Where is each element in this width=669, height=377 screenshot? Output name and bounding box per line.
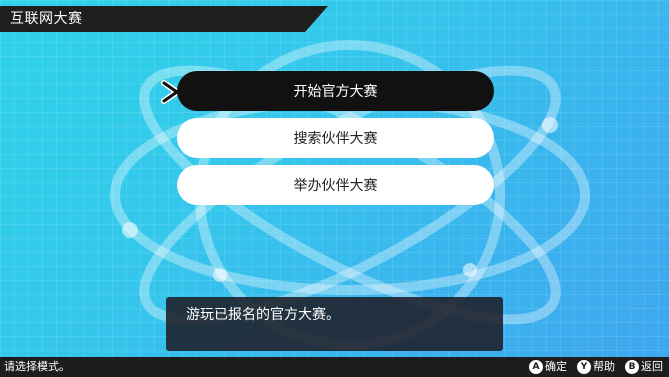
message-text: 游玩已报名的官方大赛。 xyxy=(186,307,340,323)
confirm-label: 确定 xyxy=(545,360,567,373)
title-bar: 互联网大赛 xyxy=(0,6,328,32)
control-hints: A 确定 Y 帮助 B 返回 xyxy=(529,359,663,375)
menu-item-search-friend[interactable]: 搜索伙伴大赛 xyxy=(177,118,494,158)
y-button-icon: Y xyxy=(577,360,591,374)
menu-item-label: 开始官方大赛 xyxy=(293,84,378,100)
menu-item-start-official[interactable]: 开始官方大赛 xyxy=(177,71,494,111)
message-box: 游玩已报名的官方大赛。 xyxy=(166,297,503,351)
help-control[interactable]: Y 帮助 xyxy=(577,359,615,375)
hint-text: 请选择模式。 xyxy=(4,360,70,373)
back-label: 返回 xyxy=(641,360,663,373)
a-button-icon: A xyxy=(529,360,543,374)
menu-item-label: 举办伙伴大赛 xyxy=(293,178,378,194)
game-screen: 互联网大赛 开始官方大赛 搜索伙伴大赛 举办伙伴大赛 游玩已报名的官方大赛。 请… xyxy=(0,0,669,377)
menu-item-label: 搜索伙伴大赛 xyxy=(293,131,378,147)
menu-item-host-friend[interactable]: 举办伙伴大赛 xyxy=(177,165,494,205)
page-title: 互联网大赛 xyxy=(10,11,83,27)
back-control[interactable]: B 返回 xyxy=(625,359,663,375)
bottom-bar: 请选择模式。 A 确定 Y 帮助 B 返回 xyxy=(0,357,669,377)
help-label: 帮助 xyxy=(593,360,615,373)
confirm-control[interactable]: A 确定 xyxy=(529,359,567,375)
b-button-icon: B xyxy=(625,360,639,374)
